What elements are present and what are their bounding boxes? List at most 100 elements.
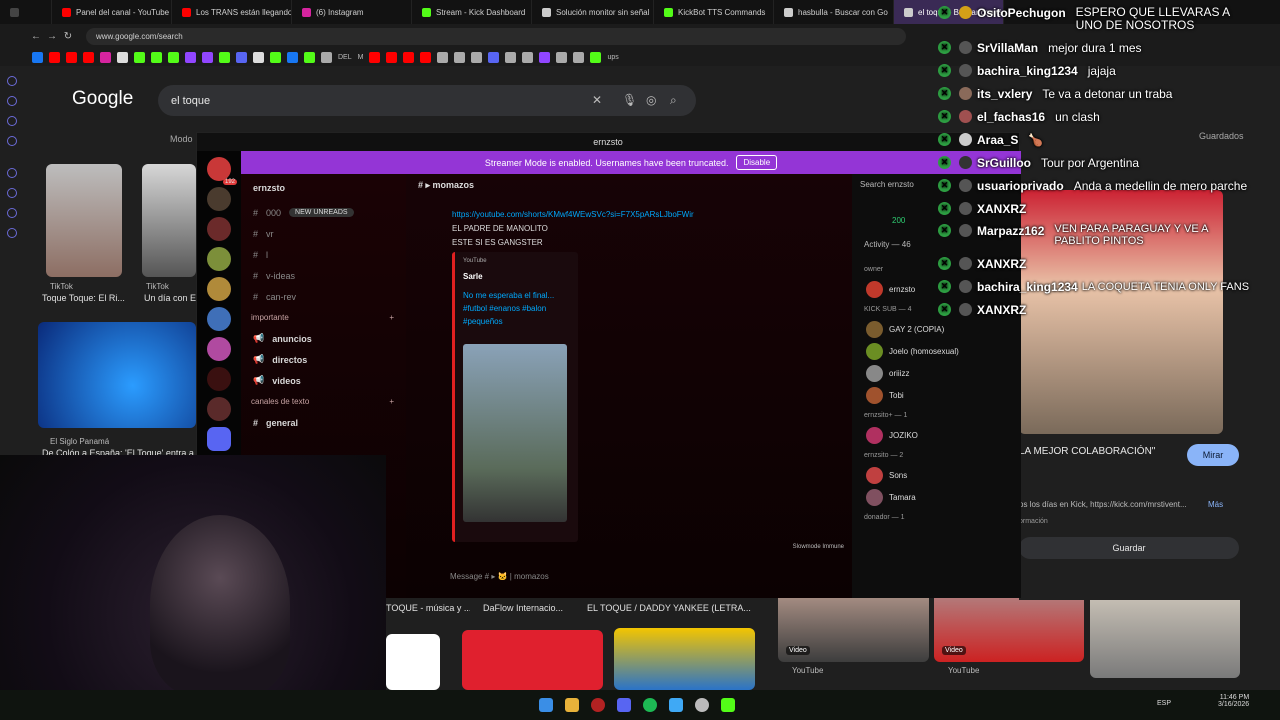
channel-item[interactable]: # l [241, 244, 406, 265]
server-icon[interactable] [207, 187, 231, 211]
youtube-icon[interactable] [420, 51, 432, 63]
server-icon[interactable] [207, 337, 231, 361]
save-button[interactable]: Guardar [1019, 537, 1239, 559]
bookmark-icon[interactable] [253, 51, 264, 63]
member-item[interactable]: Tamara [852, 486, 1021, 508]
category-header[interactable]: canales de texto + [241, 391, 406, 412]
kick-icon[interactable] [304, 51, 315, 63]
tab-3[interactable]: (6) Instagram [292, 0, 412, 24]
server-icon[interactable] [207, 367, 231, 391]
start-icon[interactable] [539, 698, 553, 712]
kick-icon[interactable] [151, 51, 162, 63]
server-icon[interactable] [207, 307, 231, 331]
file-explorer-icon[interactable] [565, 698, 579, 712]
bookmark-icon[interactable] [573, 51, 585, 63]
result-thumbnail[interactable] [386, 634, 440, 690]
result-title[interactable]: EL TOQUE / DADDY YANKEE (LETRA... [587, 603, 757, 613]
bookmark-icon[interactable] [454, 51, 466, 63]
member-item[interactable]: JOZIKO [852, 424, 1021, 446]
channel-item[interactable]: 📢 videos [241, 370, 406, 391]
input-language[interactable]: ESP [1157, 700, 1171, 707]
tab-2[interactable]: Los TRANS están llegando [172, 0, 292, 24]
channel-item[interactable]: 📢 directos [241, 349, 406, 370]
embed-author[interactable]: Sarle [463, 272, 483, 281]
facebook-icon[interactable] [32, 51, 43, 63]
url-field[interactable]: www.google.com/search [86, 27, 906, 45]
tab-1[interactable]: Panel del canal - YouTube [52, 0, 172, 24]
bookmark-icon[interactable] [590, 51, 602, 63]
twitch-icon[interactable] [202, 51, 213, 63]
sidebar-icon[interactable] [7, 116, 17, 126]
server-name[interactable]: ernzsto [241, 174, 406, 202]
bookmark-icon[interactable] [437, 51, 449, 63]
kick-icon[interactable] [219, 51, 230, 63]
sidebar-icon[interactable] [7, 168, 17, 178]
channel-item[interactable]: # v-ideas [241, 265, 406, 286]
message-link[interactable]: https://youtube.com/shorts/KMwf4WEwSVc?s… [452, 210, 694, 219]
youtube-icon[interactable] [403, 51, 415, 63]
sidebar-icon[interactable] [7, 96, 17, 106]
bookmark-icon[interactable] [522, 51, 534, 63]
google-logo[interactable]: Google [72, 88, 133, 110]
lens-icon[interactable]: ◎ [646, 93, 656, 107]
add-channel-icon[interactable]: + [389, 313, 394, 322]
bookmark-icon[interactable] [321, 51, 332, 63]
bookmark-icon[interactable] [471, 51, 483, 63]
bookmark-icon[interactable] [488, 51, 500, 63]
server-icon[interactable] [207, 217, 231, 241]
youtube-icon[interactable] [66, 51, 77, 63]
server-icon[interactable] [207, 277, 231, 301]
server-icon[interactable] [207, 427, 231, 451]
result-title[interactable]: DaFlow Internacio... [483, 603, 573, 613]
discord-icon[interactable] [617, 698, 631, 712]
youtube-icon[interactable] [386, 51, 398, 63]
member-item[interactable]: oriiizz [852, 362, 1021, 384]
channel-item[interactable]: # general [241, 412, 406, 433]
obs-icon[interactable] [695, 698, 709, 712]
tab-5[interactable]: Solución monitor sin señal [532, 0, 654, 24]
member-item[interactable]: Sons [852, 464, 1021, 486]
channel-item[interactable]: # 000 NEW UNREADS [241, 202, 406, 223]
sidebar-icon[interactable] [7, 188, 17, 198]
result-thumbnail[interactable] [462, 630, 603, 690]
youtube-icon[interactable] [83, 51, 94, 63]
facebook-icon[interactable] [287, 51, 298, 63]
bookmark-icon[interactable] [505, 51, 517, 63]
spotify-icon[interactable] [643, 698, 657, 712]
discord-icon[interactable] [236, 51, 247, 63]
server-icon[interactable] [207, 397, 231, 421]
sidebar-icon[interactable] [7, 136, 17, 146]
bookmark-icon[interactable] [539, 51, 551, 63]
tab-4[interactable]: Stream - Kick Dashboard [412, 0, 532, 24]
app-icon[interactable] [669, 698, 683, 712]
sidebar-icon[interactable] [7, 208, 17, 218]
result-title[interactable]: Toque Toque: El Ri... [42, 293, 128, 303]
server-icon[interactable] [207, 247, 231, 271]
watch-button[interactable]: Mirar [1187, 444, 1239, 466]
result-thumbnail[interactable] [614, 628, 755, 690]
result-thumbnail[interactable] [142, 164, 196, 277]
member-item[interactable]: Joelo (homosexual) [852, 340, 1021, 362]
result-title[interactable]: TOQUE - música y ... [386, 603, 470, 613]
result-thumbnail[interactable] [46, 164, 122, 277]
google-search-box[interactable]: el toque ✕ 🎙 ◎ ⌕ [158, 85, 696, 116]
tab-7[interactable]: hasbulla - Buscar con Go [774, 0, 894, 24]
bookmark-label[interactable]: ups [607, 54, 618, 61]
back-icon[interactable]: ← [28, 31, 44, 42]
tab-6[interactable]: KickBot TTS Commands [654, 0, 774, 24]
embed-title[interactable]: No me esperaba el final... #futbol #enan… [463, 290, 573, 328]
result-title[interactable]: Un día con E [144, 293, 196, 303]
reload-icon[interactable]: ↻ [60, 31, 76, 42]
x-icon[interactable] [117, 51, 128, 63]
youtube-icon[interactable] [369, 51, 381, 63]
mode-tab[interactable]: Modo [170, 134, 193, 144]
more-link[interactable]: Más [1208, 500, 1223, 509]
kick-icon[interactable] [134, 51, 145, 63]
tab-0[interactable] [0, 0, 52, 24]
clear-icon[interactable]: ✕ [592, 93, 602, 107]
bookmark-label[interactable]: DEL [338, 54, 352, 61]
message-input[interactable]: Message # ▸ 🐱 | momazos [416, 564, 840, 588]
kick-icon[interactable] [168, 51, 179, 63]
forward-icon[interactable]: → [44, 31, 60, 42]
app-icon[interactable] [721, 698, 735, 712]
